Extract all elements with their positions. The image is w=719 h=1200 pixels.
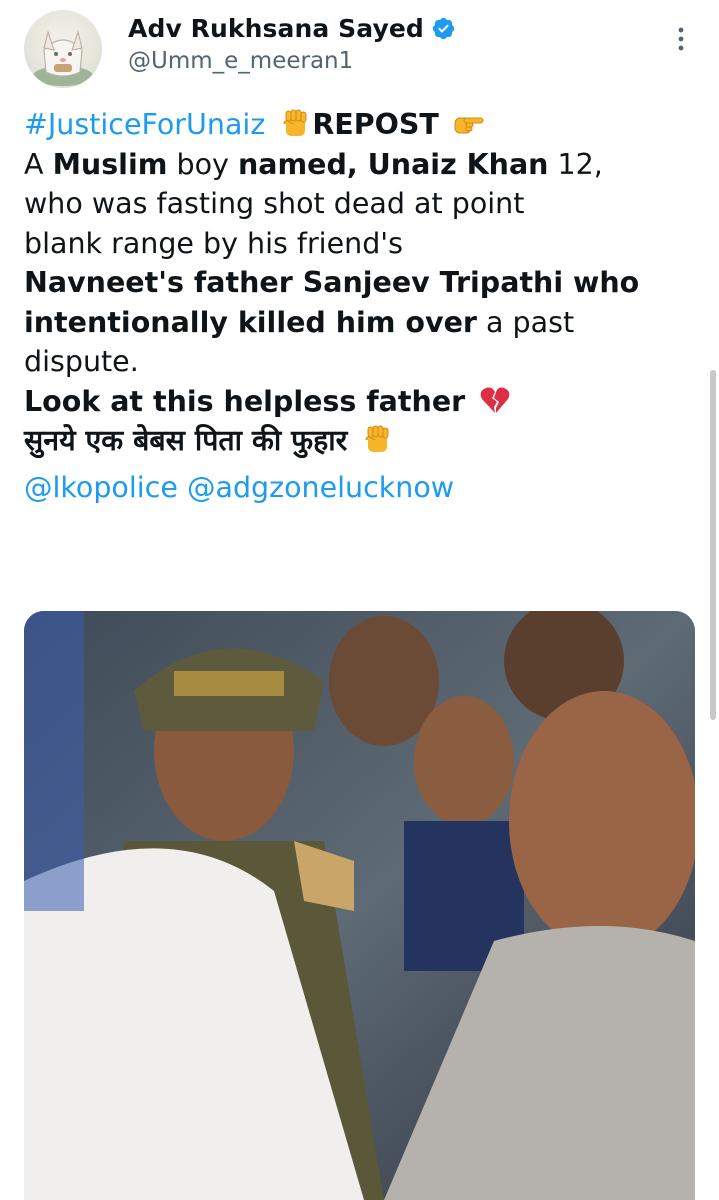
text-segment: boy: [167, 147, 238, 181]
pointing-right-emoji: [454, 117, 484, 134]
bold-segment: Muslim: [52, 147, 168, 181]
text-segment: A: [24, 147, 53, 181]
tweet-line-4: blank range by his friend's: [24, 226, 403, 260]
bold-segment: Look at this helpless father: [24, 384, 466, 418]
tweet-line-6: intentionally killed him over a past: [24, 303, 694, 343]
tweet-line-2: A Muslim boy named, Unaiz Khan 12,: [24, 145, 694, 185]
user-handle[interactable]: @Umm_e_meeran1: [128, 48, 353, 74]
tweet-line-8: Look at this helpless father: [24, 382, 694, 422]
tweet-text: #JusticeForUnaiz REPOST A Muslim boy nam…: [24, 105, 694, 507]
hashtag-link[interactable]: #JusticeForUnaiz: [24, 108, 265, 141]
text-segment: a past: [476, 305, 575, 339]
verified-badge-icon: [432, 17, 455, 39]
avatar[interactable]: [24, 10, 102, 88]
tweet-line-9: सुनये एक बेबस पिता की फुहार: [24, 421, 694, 461]
repost-label: REPOST: [312, 108, 439, 141]
scrollbar[interactable]: [710, 370, 716, 720]
broken-heart-emoji: [480, 387, 510, 413]
tweet-line-1: #JusticeForUnaiz REPOST: [24, 105, 694, 145]
mention-adgzonelucknow[interactable]: @adgzonelucknow: [187, 471, 454, 504]
tweet-line-7: dispute.: [24, 345, 139, 378]
mention-lkopolice[interactable]: @lkopolice: [24, 471, 178, 504]
bold-segment: सुनये एक बेबस पिता की फुहार: [24, 424, 348, 457]
more-options-icon[interactable]: [666, 24, 696, 54]
tweet-line-5: Navneet's father Sanjeev Tripathi who: [24, 263, 694, 303]
raised-fist-emoji: [283, 109, 307, 136]
video-frame: [24, 611, 695, 1200]
tweet-mentions: @lkopolice @adgzonelucknow: [24, 468, 694, 508]
bold-segment: Navneet's father Sanjeev Tripathi who: [24, 266, 640, 299]
display-name[interactable]: Adv Rukhsana Sayed: [128, 14, 424, 43]
tweet-line-3: who was fasting shot dead at point: [24, 187, 525, 220]
tweet-video[interactable]: [24, 611, 695, 1200]
text-segment: 12,: [548, 147, 603, 181]
tweet-header: Adv Rukhsana Sayed @Umm_e_meeran1: [0, 0, 719, 100]
bold-segment: intentionally killed him over: [24, 305, 477, 339]
bold-segment: named, Unaiz Khan: [237, 147, 549, 181]
raised-fist-emoji: [365, 425, 389, 452]
